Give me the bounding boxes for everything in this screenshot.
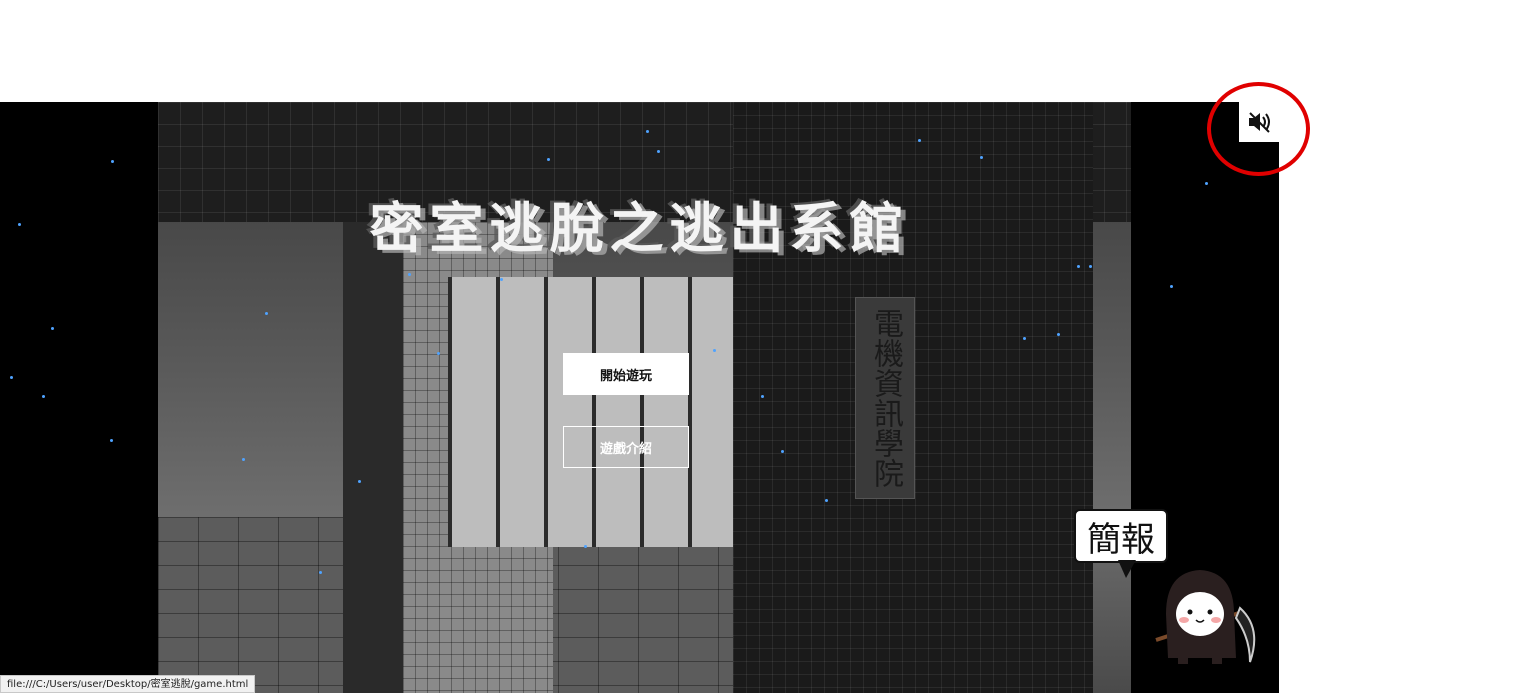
star-particle — [110, 439, 113, 442]
star-particle — [10, 376, 13, 379]
star-particle — [980, 156, 983, 159]
star-particle — [358, 480, 361, 483]
star-particle — [242, 458, 245, 461]
star-particle — [918, 139, 921, 142]
photo-glass-doors — [448, 277, 738, 547]
star-particle — [408, 273, 411, 276]
game-title: 密室逃脫之逃出系館 — [369, 197, 910, 260]
star-particle — [657, 150, 660, 153]
star-particle — [713, 349, 716, 352]
star-particle — [111, 160, 114, 163]
star-particle — [1170, 285, 1173, 288]
star-particle — [584, 545, 587, 548]
star-particle — [547, 158, 550, 161]
star-particle — [1077, 265, 1080, 268]
star-particle — [500, 278, 503, 281]
grim-reaper-mascot-icon[interactable] — [1150, 558, 1262, 670]
star-particle — [319, 571, 322, 574]
photo-left-pillar — [343, 222, 403, 693]
star-particle — [51, 327, 54, 330]
star-particle — [1023, 337, 1026, 340]
bubble-tail — [1118, 560, 1136, 578]
game-intro-button[interactable]: 遊戲介紹 — [563, 426, 689, 468]
star-particle — [646, 130, 649, 133]
annotation-highlight-circle — [1207, 82, 1310, 176]
game-stage: 電機資訊學院 密室逃脫之逃出系館 開始遊玩 遊戲介紹 — [0, 102, 1279, 693]
browser-status-url: file:///C:/Users/user/Desktop/密室逃脫/game.… — [0, 675, 256, 693]
star-particle — [265, 312, 268, 315]
start-game-button[interactable]: 開始遊玩 — [563, 353, 689, 395]
star-particle — [761, 395, 764, 398]
building-sign: 電機資訊學院 — [855, 297, 915, 499]
star-particle — [781, 450, 784, 453]
presentation-bubble-button[interactable]: 簡報 — [1074, 509, 1168, 563]
star-particle — [42, 395, 45, 398]
star-particle — [825, 499, 828, 502]
star-particle — [1089, 265, 1092, 268]
star-particle — [1057, 333, 1060, 336]
star-particle — [437, 352, 440, 355]
